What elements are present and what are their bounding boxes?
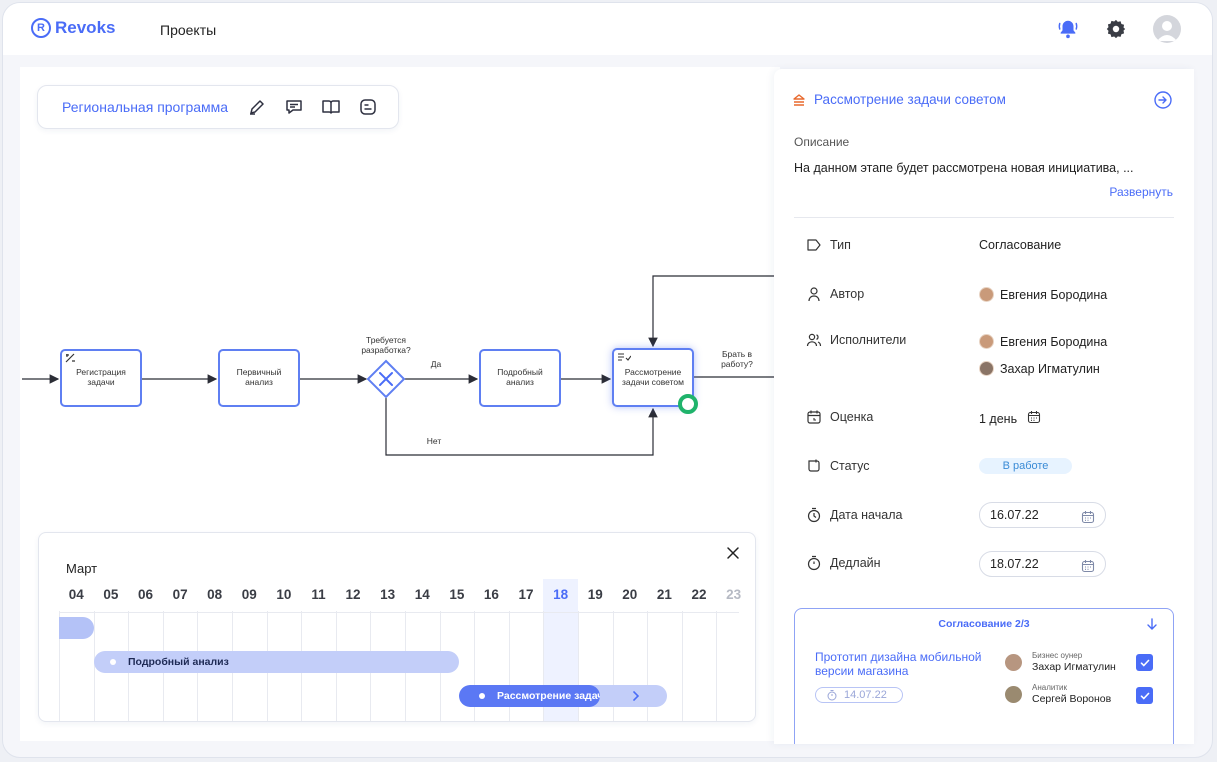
timeline-day-number: 09 [241, 587, 257, 602]
timeline-day-number: 20 [622, 587, 638, 602]
avatar [1005, 653, 1022, 671]
calendar-icon[interactable] [1081, 508, 1095, 524]
timeline-day-number: 04 [68, 587, 84, 602]
timeline-day-number: 15 [449, 587, 465, 602]
timeline-month: Март [66, 561, 98, 576]
panel-title: Рассмотрение задачи советом [814, 92, 1006, 107]
users-icon [806, 332, 822, 348]
assignee-item[interactable]: Захар Игматулин [979, 361, 1100, 376]
calendar-clock-icon [806, 409, 822, 425]
timeline-day: 23 [716, 579, 751, 721]
timeline-day-number: 07 [172, 587, 188, 602]
avatar [979, 287, 994, 302]
estimate-row-label: Оценка [806, 409, 873, 425]
close-icon[interactable] [725, 545, 741, 561]
calendar-icon[interactable] [1027, 410, 1041, 427]
timeline-day-number: 12 [345, 587, 361, 602]
timeline-panel: Март 04 05 06 07 08 09 10 11 12 13 14 15 16 17 18 19 20 2… [38, 532, 756, 722]
deadline-field[interactable]: 18.07.22 [979, 551, 1106, 577]
timeline-day-number: 23 [726, 587, 742, 602]
assignees-row-label: Исполнители [806, 332, 906, 348]
user-avatar-icon[interactable] [1153, 15, 1181, 43]
timeline-gridline [681, 611, 683, 721]
approver-role: Аналитик [1032, 683, 1067, 692]
timeline-bar-selected[interactable]: Рассмотрение задач [459, 685, 667, 707]
timeline-divider [59, 612, 739, 613]
divider [794, 217, 1174, 218]
arrow-down-icon[interactable] [1145, 617, 1159, 631]
arrow-right-circle-icon[interactable] [1153, 90, 1173, 110]
task-type-icon [65, 353, 75, 363]
approval-date-badge: 14.07.22 [815, 687, 903, 703]
gateway-label: Требуется разработка? [361, 335, 411, 356]
status-indicator-icon [678, 394, 698, 414]
node-detailed-analysis[interactable]: Подробный анализ [479, 349, 561, 407]
avatar [979, 334, 994, 349]
checklist-icon [618, 353, 631, 361]
timeline-day-number: 05 [103, 587, 119, 602]
approver-item: Бизнес оунер Захар Игматулин [1005, 651, 1116, 673]
gear-icon[interactable] [1102, 15, 1130, 43]
clock-start-icon [806, 507, 822, 523]
description-label: Описание [794, 135, 850, 149]
timeline-day-number: 22 [691, 587, 707, 602]
approval-checkbox[interactable] [1136, 654, 1153, 671]
deadline-row-label: Дедлайн [806, 555, 881, 571]
approval-header: Согласование 2/3 [938, 618, 1030, 630]
chevron-right-icon[interactable] [631, 689, 641, 706]
approver-name: Сергей Воронов [1032, 693, 1112, 705]
timeline-bar[interactable] [59, 617, 94, 639]
start-date-field[interactable]: 16.07.22 [979, 502, 1106, 528]
timeline-bar[interactable]: Подробный анализ [94, 651, 459, 673]
author-row-label: Автор [806, 286, 864, 302]
bar-dot-icon [479, 693, 485, 699]
type-value: Согласование [979, 238, 1062, 252]
timeline-day-number: 14 [414, 587, 430, 602]
timeline-day-number: 18 [553, 587, 569, 602]
node-primary-analysis[interactable]: Первичный анализ [218, 349, 300, 407]
avatar [979, 361, 994, 376]
timeline-day-number: 17 [518, 587, 534, 602]
estimate-value[interactable]: 1 день [979, 410, 1041, 427]
approval-card: Согласование 2/3 Прототип дизайна мобиль… [794, 608, 1174, 744]
timer-icon [826, 689, 838, 705]
timeline-day-number: 08 [207, 587, 223, 602]
timeline-day-number: 11 [311, 587, 326, 602]
approver-role: Бизнес оунер [1032, 651, 1083, 660]
tag-icon [806, 237, 822, 253]
timeline-gridline [716, 611, 718, 721]
timeline-day-number: 19 [587, 587, 603, 602]
status-badge[interactable]: В работе [979, 458, 1072, 474]
author-value[interactable]: Евгения Бородина [979, 287, 1107, 302]
assignee-item[interactable]: Евгения Бородина [979, 334, 1107, 349]
start-date-row-label: Дата начала [806, 507, 902, 523]
timeline-day-number: 10 [276, 587, 292, 602]
take-to-work-label: Брать в работу? [721, 349, 753, 370]
no-label: Нет [426, 436, 442, 446]
approver-item: Аналитик Сергей Воронов [1005, 683, 1111, 705]
expand-link[interactable]: Развернуть [1109, 185, 1173, 199]
timeline-day-number: 06 [137, 587, 153, 602]
calendar-icon[interactable] [1081, 557, 1095, 573]
user-icon [806, 286, 822, 302]
yes-label: Да [430, 359, 442, 369]
approver-name: Захар Игматулин [1032, 661, 1116, 673]
status-row-label: Статус [806, 458, 870, 474]
timeline-day: 22 [681, 579, 717, 721]
stopwatch-icon [806, 555, 822, 571]
timeline-day-number: 16 [483, 587, 499, 602]
status-icon [806, 458, 822, 474]
timeline-day-number: 13 [380, 587, 396, 602]
timeline-day: 04 [59, 579, 94, 721]
task-title-icon [792, 93, 806, 107]
type-row-label: Тип [806, 237, 851, 253]
approval-checkbox[interactable] [1136, 687, 1153, 704]
task-details-panel: Рассмотрение задачи советом Описание На … [774, 69, 1194, 744]
approval-task-link[interactable]: Прототип дизайна мобильной версии магази… [815, 650, 995, 679]
timeline-day-number: 21 [656, 587, 672, 602]
bar-dot-icon [110, 659, 116, 665]
bell-icon[interactable] [1054, 15, 1082, 43]
description-text: На данном этапе будет рассмотрена новая … [794, 161, 1134, 175]
avatar [1005, 685, 1022, 703]
